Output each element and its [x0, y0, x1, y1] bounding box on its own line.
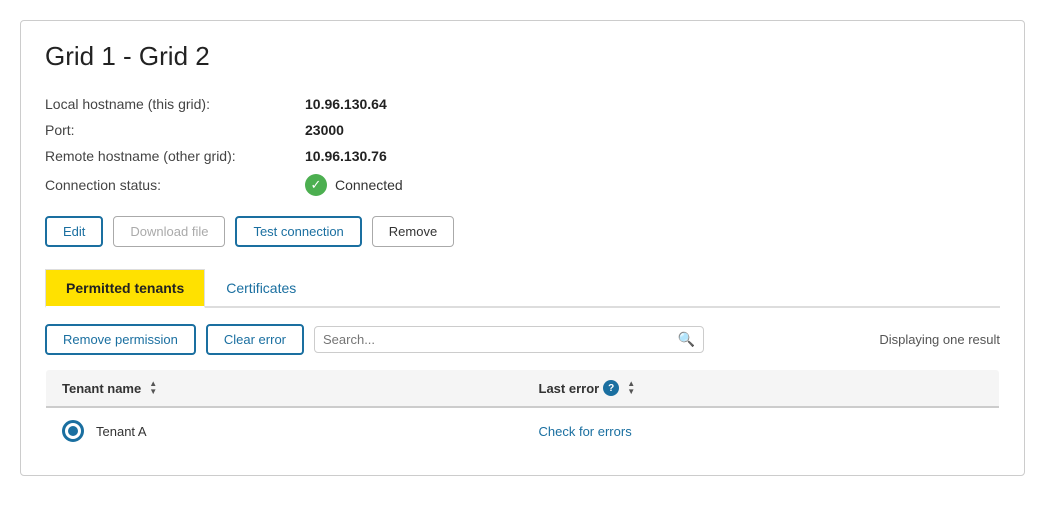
search-input[interactable] — [323, 332, 678, 347]
remove-button[interactable]: Remove — [372, 216, 454, 247]
tabs: Permitted tenants Certificates — [45, 269, 1000, 308]
page-title: Grid 1 - Grid 2 — [45, 41, 1000, 72]
local-hostname-row: Local hostname (this grid): 10.96.130.64 — [45, 96, 1000, 112]
search-box[interactable]: 🔍 — [314, 326, 704, 353]
action-buttons: Edit Download file Test connection Remov… — [45, 216, 1000, 247]
test-connection-button[interactable]: Test connection — [235, 216, 361, 247]
table-row: Tenant A Check for errors — [46, 407, 1000, 455]
remote-hostname-row: Remote hostname (other grid): 10.96.130.… — [45, 148, 1000, 164]
col-header-tenant-name: Tenant name ▲ ▼ — [46, 370, 523, 408]
tenant-name-sort[interactable]: ▲ ▼ — [149, 380, 157, 396]
local-hostname-label: Local hostname (this grid): — [45, 96, 305, 112]
col-header-last-error: Last error ? ▲ ▼ — [523, 370, 1000, 408]
last-error-help-icon[interactable]: ? — [603, 380, 619, 396]
search-icon: 🔍 — [678, 331, 695, 348]
edit-button[interactable]: Edit — [45, 216, 103, 247]
connection-status-text: Connected — [335, 177, 403, 193]
tenant-name-value: Tenant A — [96, 424, 147, 439]
result-count: Displaying one result — [879, 332, 1000, 347]
tenant-name-cell: Tenant A — [46, 407, 523, 455]
last-error-sort[interactable]: ▲ ▼ — [627, 380, 635, 396]
check-icon: ✓ — [305, 174, 327, 196]
tenant-radio-icon[interactable] — [62, 420, 84, 442]
port-label: Port: — [45, 122, 305, 138]
clear-error-button[interactable]: Clear error — [206, 324, 304, 355]
last-error-cell: Check for errors — [523, 407, 1000, 455]
port-value: 23000 — [305, 122, 344, 138]
connection-status-label: Connection status: — [45, 177, 305, 193]
data-table: Tenant name ▲ ▼ Last error ? ▲ ▼ — [45, 369, 1000, 455]
info-table: Local hostname (this grid): 10.96.130.64… — [45, 96, 1000, 196]
remote-hostname-value: 10.96.130.76 — [305, 148, 387, 164]
radio-inner — [68, 426, 78, 436]
remove-permission-button[interactable]: Remove permission — [45, 324, 196, 355]
tab-certificates[interactable]: Certificates — [205, 269, 317, 308]
port-row: Port: 23000 — [45, 122, 1000, 138]
check-for-errors-link[interactable]: Check for errors — [539, 424, 632, 439]
table-header-row: Tenant name ▲ ▼ Last error ? ▲ ▼ — [46, 370, 1000, 408]
download-file-button: Download file — [113, 216, 225, 247]
connection-status-row: Connection status: ✓ Connected — [45, 174, 1000, 196]
toolbar: Remove permission Clear error 🔍 Displayi… — [45, 324, 1000, 355]
connection-status-value: ✓ Connected — [305, 174, 403, 196]
tab-permitted-tenants[interactable]: Permitted tenants — [45, 269, 205, 308]
local-hostname-value: 10.96.130.64 — [305, 96, 387, 112]
remote-hostname-label: Remote hostname (other grid): — [45, 148, 305, 164]
